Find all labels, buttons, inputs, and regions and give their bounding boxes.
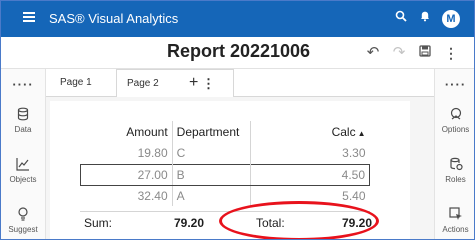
table-row-selected[interactable]: 27.00 B 4.50 bbox=[80, 163, 371, 186]
rail-item-label: Objects bbox=[9, 175, 37, 184]
app-title: SAS® Visual Analytics bbox=[49, 11, 179, 26]
column-header-department[interactable]: Department bbox=[171, 121, 251, 143]
chart-icon bbox=[1, 157, 45, 173]
cell-department: A bbox=[171, 185, 251, 206]
actions-icon bbox=[435, 207, 474, 223]
table-header-row: Amount Department Calc ▲ bbox=[81, 121, 370, 143]
rail-item-actions[interactable]: Actions bbox=[435, 207, 474, 234]
cell-amount: 19.80 bbox=[137, 146, 168, 161]
rail-item-options[interactable]: Options bbox=[435, 107, 474, 134]
add-page-button[interactable]: + bbox=[189, 73, 198, 93]
totals-row: Sum: 79.20 Total: 79.20 bbox=[80, 211, 372, 235]
column-header-amount[interactable]: Amount bbox=[81, 121, 173, 143]
app-header: SAS® Visual Analytics M bbox=[1, 1, 474, 37]
left-pane-rail: ···· Data Objects Suggest bbox=[1, 69, 46, 239]
header-label: Calc bbox=[331, 125, 356, 139]
tab-page-2[interactable]: Page 2 ⋮ bbox=[116, 69, 234, 98]
rail-item-label: Suggest bbox=[8, 225, 38, 234]
tab-label: Page 2 bbox=[127, 78, 159, 89]
rail-item-label: Options bbox=[441, 125, 470, 134]
cell-amount: 32.40 bbox=[137, 188, 168, 203]
rail-item-data[interactable]: Data bbox=[1, 107, 45, 134]
table-row[interactable]: 19.80 C 3.30 bbox=[81, 143, 370, 164]
table-row[interactable]: 32.40 A 5.40 bbox=[81, 185, 370, 206]
more-options-icon[interactable]: ⋮ bbox=[441, 43, 461, 63]
left-rail-collapse-icon[interactable]: ···· bbox=[1, 77, 45, 92]
total-label: Total: bbox=[256, 216, 285, 230]
rail-item-suggest[interactable]: Suggest bbox=[1, 207, 45, 234]
rail-item-roles[interactable]: Roles bbox=[435, 157, 474, 184]
cell-calc: 4.50 bbox=[249, 163, 371, 186]
rail-item-label: Roles bbox=[445, 175, 466, 184]
cell-department: C bbox=[171, 143, 251, 164]
report-canvas: Amount Department Calc ▲ 19.80 C 3.30 27.… bbox=[46, 97, 434, 239]
page-tabs: Page 1 Page 2 ⋮ + bbox=[46, 69, 434, 98]
total-value: 79.20 bbox=[341, 216, 372, 230]
database-icon bbox=[1, 107, 45, 123]
tab-menu-icon[interactable]: ⋮ bbox=[202, 70, 215, 98]
sum-value: 79.20 bbox=[173, 216, 204, 230]
sum-label: Sum: bbox=[84, 216, 113, 230]
save-report-icon[interactable] bbox=[415, 43, 435, 63]
right-rail-collapse-icon[interactable]: ···· bbox=[435, 77, 474, 92]
lightbulb-icon bbox=[1, 207, 45, 223]
notification-bell-icon[interactable] bbox=[417, 10, 433, 26]
cell-calc: 5.40 bbox=[249, 185, 370, 206]
menu-icon[interactable] bbox=[23, 12, 35, 22]
undo-icon[interactable]: ↶ bbox=[363, 43, 383, 63]
right-pane-rail: ···· Options Roles Actions bbox=[434, 69, 474, 239]
cell-department: B bbox=[171, 163, 251, 186]
crosstab-object[interactable]: Amount Department Calc ▲ 19.80 C 3.30 27.… bbox=[50, 101, 410, 239]
rail-item-label: Actions bbox=[442, 225, 469, 234]
tab-page-1[interactable]: Page 1 bbox=[60, 69, 92, 97]
report-title-bar: Report 20221006 ↶ ↷ ⋮ bbox=[1, 37, 474, 69]
user-avatar[interactable]: M bbox=[442, 10, 460, 28]
options-icon bbox=[435, 107, 474, 123]
app-window: SAS® Visual Analytics M Report 20221006 … bbox=[0, 0, 475, 240]
search-icon[interactable] bbox=[393, 10, 409, 26]
crosstab-table: Amount Department Calc ▲ 19.80 C 3.30 27.… bbox=[80, 121, 371, 206]
redo-icon[interactable]: ↷ bbox=[389, 43, 409, 63]
cell-calc: 3.30 bbox=[249, 143, 370, 164]
sort-ascending-icon: ▲ bbox=[357, 129, 366, 138]
column-header-calc[interactable]: Calc ▲ bbox=[249, 121, 370, 143]
rail-item-objects[interactable]: Objects bbox=[1, 157, 45, 184]
rail-item-label: Data bbox=[14, 125, 32, 134]
roles-icon bbox=[435, 157, 474, 173]
cell-amount: 27.00 bbox=[80, 163, 173, 186]
